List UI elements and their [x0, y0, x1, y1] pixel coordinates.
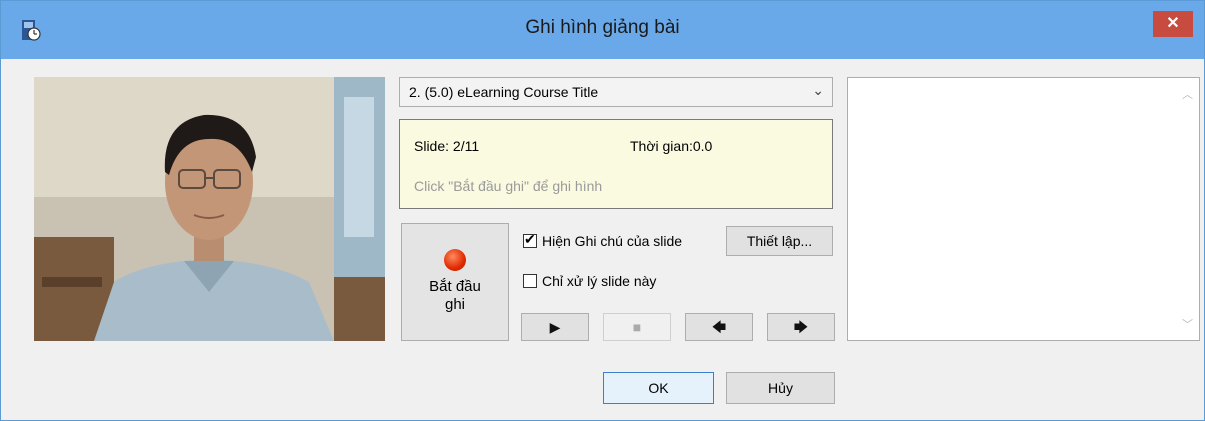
- only-this-slide-label: Chỉ xử lý slide này: [542, 273, 657, 289]
- play-button[interactable]: ▶: [521, 313, 589, 341]
- close-button[interactable]: ✕: [1153, 11, 1193, 37]
- arrow-left-icon: 🡄: [711, 319, 727, 335]
- slide-notes-area[interactable]: ︿ ﹀: [847, 77, 1200, 341]
- play-icon: ▶: [549, 319, 561, 335]
- record-icon: [444, 249, 466, 271]
- hint-text: Click "Bắt đầu ghi" để ghi hình: [414, 178, 603, 194]
- show-notes-checkbox[interactable]: [523, 231, 537, 248]
- recording-info-panel: Slide: 2/11 Thời gian:0.0 Click "Bắt đầu…: [399, 119, 833, 209]
- arrow-right-icon: 🡆: [793, 319, 809, 335]
- settings-button[interactable]: Thiết lập...: [726, 226, 833, 256]
- title-bar[interactable]: Ghi hình giảng bài ✕: [1, 1, 1204, 59]
- stop-button[interactable]: ■: [603, 313, 671, 341]
- start-recording-button[interactable]: Bắt đầu ghi: [401, 223, 509, 341]
- course-select-value: 2. (5.0) eLearning Course Title: [409, 84, 599, 100]
- dialog-window: Ghi hình giảng bài ✕ 2. (5.0) eLearning …: [0, 0, 1205, 421]
- webcam-preview: [34, 77, 385, 341]
- only-this-slide-checkbox[interactable]: [523, 274, 537, 288]
- window-title: Ghi hình giảng bài: [525, 17, 680, 38]
- only-this-slide-option[interactable]: Chỉ xử lý slide này: [523, 273, 656, 289]
- course-select[interactable]: 2. (5.0) eLearning Course Title ⌄: [399, 77, 833, 107]
- previous-slide-button[interactable]: 🡄: [685, 313, 753, 341]
- scroll-up-icon[interactable]: ︿: [1182, 86, 1193, 102]
- start-recording-label-line1: Bắt đầu: [429, 278, 481, 295]
- show-notes-label: Hiện Ghi chú của slide: [542, 233, 683, 249]
- time-display: Thời gian:0.0: [630, 138, 713, 154]
- ok-button[interactable]: OK: [603, 372, 714, 404]
- show-notes-option[interactable]: Hiện Ghi chú của slide: [523, 231, 683, 249]
- close-icon: ✕: [1166, 15, 1180, 32]
- scroll-down-icon[interactable]: ﹀: [1182, 316, 1193, 332]
- chevron-down-icon: ⌄: [812, 82, 824, 98]
- stop-icon: ■: [632, 319, 642, 335]
- start-recording-label-line2: ghi: [444, 296, 466, 313]
- slide-counter: Slide: 2/11: [414, 138, 480, 154]
- cancel-button[interactable]: Hủy: [726, 372, 835, 404]
- start-recording-label: Bắt đầu ghi: [402, 278, 508, 314]
- next-slide-button[interactable]: 🡆: [767, 313, 835, 341]
- webcam-image: [34, 77, 385, 341]
